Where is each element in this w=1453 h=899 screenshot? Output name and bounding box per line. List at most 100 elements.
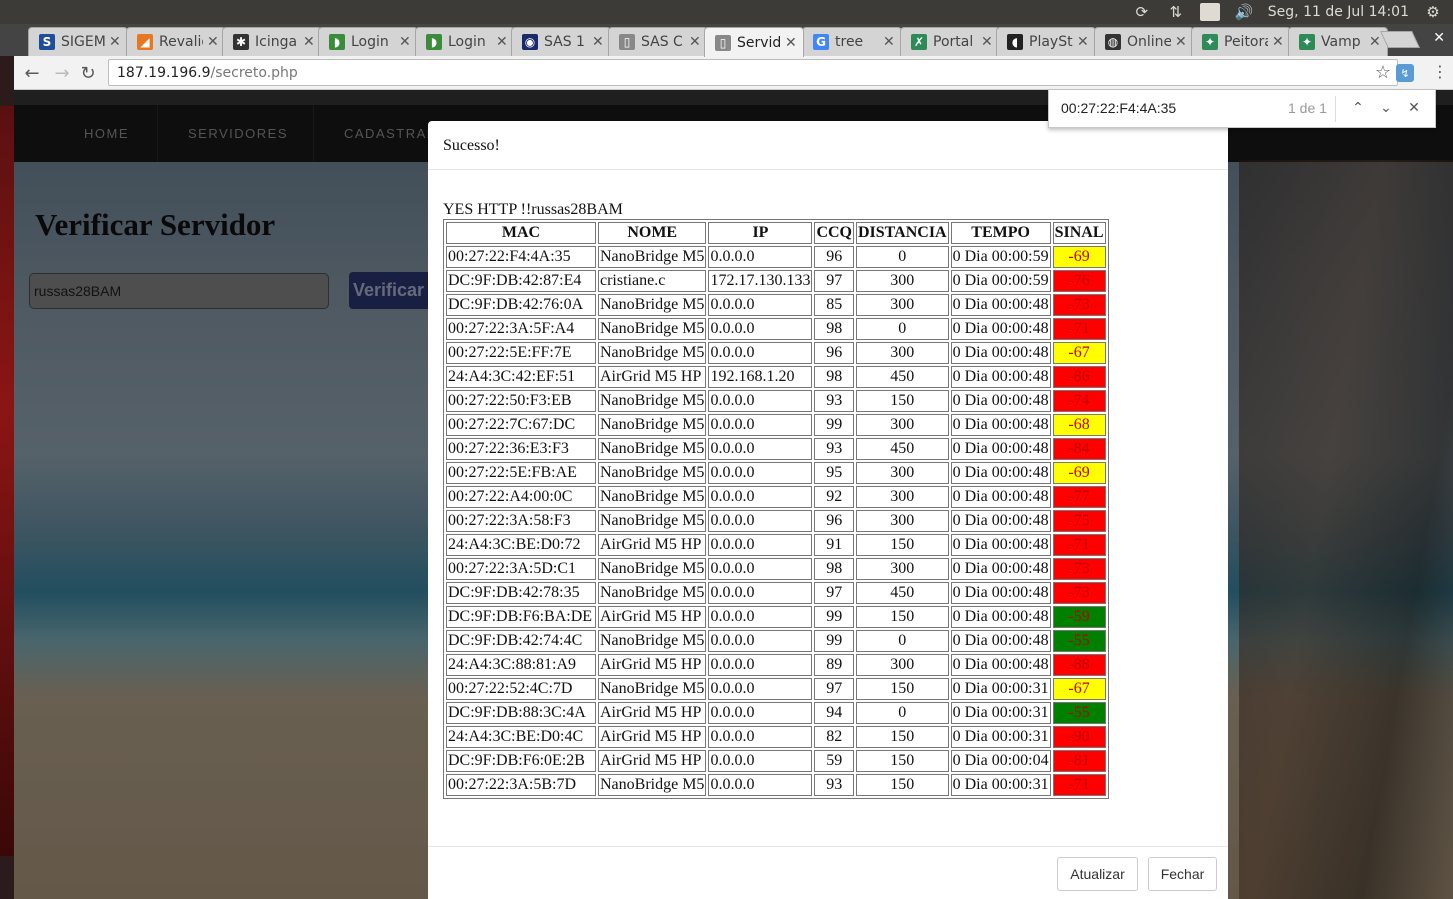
- cell-dist: 300: [856, 510, 949, 532]
- cell-dist: 300: [856, 462, 949, 484]
- find-match-count: 1 de 1: [1288, 100, 1327, 116]
- tab-close-icon[interactable]: ✕: [109, 34, 121, 50]
- cell-nome: AirGrid M5 HP: [598, 606, 707, 628]
- window-close-icon[interactable]: ✕: [1433, 30, 1445, 46]
- browser-tab[interactable]: ◍ Online ✕: [1094, 27, 1194, 56]
- browser-tab[interactable]: ✱ Icinga ✕: [222, 27, 322, 56]
- cell-sinal: -71: [1052, 534, 1106, 556]
- cell-mac: 24:A4:3C:42:EF:51: [446, 366, 596, 388]
- column-header[interactable]: MAC: [446, 222, 596, 244]
- extension-icon[interactable]: ↯: [1396, 64, 1414, 82]
- column-header[interactable]: CCQ: [814, 222, 854, 244]
- bookmark-star-icon[interactable]: ☆: [1375, 62, 1391, 83]
- keyboard-layout-indicator[interactable]: Pt: [1199, 3, 1220, 21]
- cell-sinal: -77: [1052, 486, 1106, 508]
- cell-dist: 0: [856, 702, 949, 724]
- tab-close-icon[interactable]: ✕: [592, 34, 604, 50]
- browser-tab[interactable]: Gtree ✕: [802, 27, 902, 56]
- column-header[interactable]: IP: [708, 222, 813, 244]
- column-header[interactable]: SINAL: [1052, 222, 1106, 244]
- cell-tempo: 0 Dia 00:00:48: [950, 582, 1051, 604]
- browser-tab[interactable]: ✦ Peitoral✕: [1191, 27, 1291, 56]
- table-row: 00:27:22:A4:00:0C NanoBridge M5 0.0.0.0 92 3…: [446, 486, 1106, 508]
- cell-nome: AirGrid M5 HP: [598, 726, 707, 748]
- cell-ccq: 91: [814, 534, 854, 556]
- tab-close-icon[interactable]: ✕: [1272, 34, 1284, 50]
- refresh-button[interactable]: Atualizar: [1057, 857, 1138, 891]
- tab-favicon-icon: ✱: [233, 34, 249, 50]
- browser-tab[interactable]: ◗ Login ✕: [318, 27, 418, 56]
- browser-tab[interactable]: ◉ SAS 1 ✕: [511, 27, 611, 56]
- tab-close-icon[interactable]: ✕: [1077, 34, 1089, 50]
- address-bar[interactable]: 187.19.196.9/secreto.php ☆: [108, 59, 1398, 86]
- column-header[interactable]: DISTANCIA: [856, 222, 949, 244]
- cell-sinal: -81: [1052, 750, 1106, 772]
- tab-close-icon[interactable]: ✕: [399, 34, 411, 50]
- cell-ccq: 93: [814, 438, 854, 460]
- cell-ip: 0.0.0.0: [708, 582, 813, 604]
- table-row: DC:9F:DB:42:74:4C NanoBridge M5 0.0.0.0 99 0…: [446, 630, 1106, 652]
- tab-close-icon[interactable]: ✕: [785, 35, 797, 51]
- browser-tab[interactable]: ◖ PlayStation✕: [996, 27, 1096, 56]
- cell-ip: 0.0.0.0: [708, 462, 813, 484]
- system-tray: ⟳ ⇅ Pt 🔊 Seg, 11 de Jul 14:01 ⚙: [1132, 3, 1443, 21]
- cell-ccq: 96: [814, 342, 854, 364]
- browser-tab[interactable]: ◢ Revalidar✕: [126, 27, 226, 56]
- column-header[interactable]: NOME: [598, 222, 707, 244]
- cell-mac: 00:27:22:5E:FF:7E: [446, 342, 596, 364]
- browser-tab[interactable]: ◗ Login ✕: [415, 27, 515, 56]
- tab-close-icon[interactable]: ✕: [883, 34, 895, 50]
- cell-dist: 150: [856, 774, 949, 796]
- browser-menu-icon[interactable]: ⋮: [1432, 62, 1448, 81]
- tab-favicon-icon: ◍: [1105, 34, 1121, 50]
- browser-tab[interactable]: ▯ SAS C ✕: [608, 27, 708, 56]
- find-input[interactable]: 00:27:22:F4:4A:35: [1061, 100, 1176, 116]
- cell-tempo: 0 Dia 00:00:48: [950, 486, 1051, 508]
- tab-close-icon[interactable]: ✕: [496, 34, 508, 50]
- cell-mac: 00:27:22:5E:FB:AE: [446, 462, 596, 484]
- forward-button[interactable]: →: [50, 61, 74, 85]
- cell-sinal: -55: [1052, 630, 1106, 652]
- gear-icon[interactable]: ⚙: [1423, 3, 1443, 21]
- browser-tab[interactable]: S SIGEM ✕: [28, 27, 128, 56]
- chevron-down-icon[interactable]: ⌄: [1375, 97, 1397, 119]
- tab-title: SAS C: [641, 34, 683, 50]
- tab-close-icon[interactable]: ✕: [689, 34, 701, 50]
- tab-favicon-icon: ◗: [329, 34, 345, 50]
- table-row: 24:A4:3C:BE:D0:4C AirGrid M5 HP 0.0.0.0 82 1…: [446, 726, 1106, 748]
- browser-tab[interactable]: ✦ Vamp ✕: [1288, 27, 1388, 56]
- cell-ip: 0.0.0.0: [708, 486, 813, 508]
- close-icon[interactable]: ✕: [1403, 97, 1425, 119]
- tab-close-icon[interactable]: ✕: [303, 34, 315, 50]
- cell-nome: NanoBridge M5: [598, 414, 707, 436]
- network-icon[interactable]: ⇅: [1166, 3, 1186, 21]
- column-header[interactable]: TEMPO: [950, 222, 1051, 244]
- browser-tab[interactable]: ▯ Servidores✕: [704, 27, 804, 57]
- sync-icon[interactable]: ⟳: [1132, 3, 1152, 21]
- cell-ip: 192.168.1.20: [708, 366, 813, 388]
- tab-title: Revalidar: [159, 34, 203, 50]
- cell-ccq: 98: [814, 318, 854, 340]
- tab-close-icon[interactable]: ✕: [1369, 34, 1381, 50]
- chevron-up-icon[interactable]: ⌃: [1347, 97, 1369, 119]
- tab-favicon-icon: ◢: [137, 34, 153, 50]
- cell-dist: 150: [856, 606, 949, 628]
- back-button[interactable]: ←: [20, 61, 44, 85]
- cell-dist: 300: [856, 270, 949, 292]
- cell-tempo: 0 Dia 00:00:48: [950, 534, 1051, 556]
- tab-close-icon[interactable]: ✕: [1175, 34, 1187, 50]
- clock[interactable]: Seg, 11 de Jul 14:01: [1268, 4, 1409, 20]
- table-row: 00:27:22:5E:FF:7E NanoBridge M5 0.0.0.0 96 3…: [446, 342, 1106, 364]
- tab-favicon-icon: ▯: [715, 34, 731, 51]
- volume-icon[interactable]: 🔊: [1234, 3, 1254, 21]
- signal-table: MAC NOME IP CCQ DISTANCIA TEMPO SINAL 00:27:22…: [443, 219, 1109, 799]
- cell-sinal: -67: [1052, 342, 1106, 364]
- tab-close-icon[interactable]: ✕: [207, 34, 219, 50]
- cell-ccq: 96: [814, 510, 854, 532]
- cell-tempo: 0 Dia 00:00:48: [950, 318, 1051, 340]
- reload-button[interactable]: ↻: [76, 61, 100, 85]
- tab-close-icon[interactable]: ✕: [981, 34, 993, 50]
- close-button[interactable]: Fechar: [1148, 857, 1217, 891]
- browser-tab[interactable]: ✗ Portal ✕: [900, 27, 1000, 56]
- find-divider: [1335, 96, 1336, 122]
